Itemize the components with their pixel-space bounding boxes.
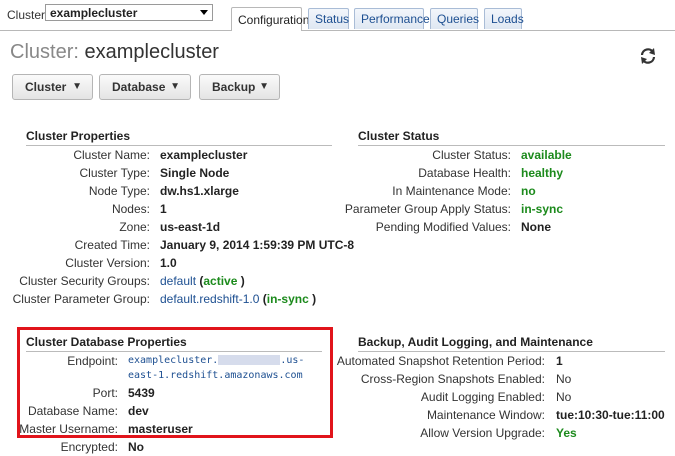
prop-key: Cluster Status: <box>432 148 511 162</box>
prop-row-cluster-name: Cluster Name: examplecluster <box>0 146 340 164</box>
prop-key: Nodes: <box>111 202 150 216</box>
prop-row-cluster-type: Cluster Type: Single Node <box>0 164 340 182</box>
status-row-cluster-status: Cluster Status: available <box>340 146 675 164</box>
prop-key: Node Type: <box>88 184 150 198</box>
tab-status[interactable]: Status <box>308 8 349 29</box>
status-value: None <box>521 220 551 234</box>
cluster-menu-button[interactable]: Cluster ▼ <box>12 74 93 100</box>
dropdown-caret-icon <box>200 10 208 15</box>
backup-menu-button-label: Backup <box>212 80 256 94</box>
prop-key: Cluster Security Groups: <box>19 274 150 288</box>
page-title: Cluster: examplecluster <box>10 41 219 64</box>
prop-row-created-time: Created Time: January 9, 2014 1:59:39 PM… <box>0 236 354 254</box>
db-row-encrypted: Encrypted: No <box>0 438 340 456</box>
status-row-parameter-apply: Parameter Group Apply Status: in-sync <box>340 200 675 218</box>
tab-loads[interactable]: Loads <box>484 8 524 29</box>
prop-value: default.redshift-1.0 (in-sync ) <box>160 292 317 306</box>
cluster-properties-title: Cluster Properties <box>26 129 332 146</box>
prop-row-security-groups: Cluster Security Groups: default (active… <box>0 272 340 290</box>
prop-row-cluster-version: Cluster Version: 1.0 <box>0 254 340 272</box>
prop-key: Zone: <box>119 220 150 234</box>
page-title-cluster-name: examplecluster <box>84 41 219 63</box>
prop-value: Yes <box>556 426 577 440</box>
highlight-box <box>17 327 333 438</box>
prop-key: Maintenance Window: <box>426 408 545 422</box>
refresh-icon[interactable] <box>638 46 658 66</box>
backup-row-retention: Automated Snapshot Retention Period: 1 <box>336 352 675 370</box>
prop-value: 1 <box>160 202 167 216</box>
prop-key: Pending Modified Values: <box>375 220 511 234</box>
prop-value: January 9, 2014 1:59:39 PM UTC-8 <box>160 238 355 252</box>
cluster-select[interactable]: examplecluster <box>45 4 213 21</box>
backup-section-title: Backup, Audit Logging, and Maintenance <box>358 335 665 352</box>
status-value: healthy <box>521 166 564 180</box>
chevron-down-icon: ▼ <box>72 81 82 92</box>
prop-key: Cluster Parameter Group: <box>12 292 150 306</box>
page-title-label: Cluster: <box>10 41 79 63</box>
prop-value: us-east-1d <box>160 220 221 234</box>
cluster-menu-button-label: Cluster <box>25 80 67 94</box>
backup-row-version-upgrade: Allow Version Upgrade: Yes <box>340 424 675 442</box>
status-value: in-sync <box>521 202 564 216</box>
status-value: available <box>521 148 572 162</box>
prop-key: Created Time: <box>74 238 150 252</box>
status-badge: active <box>203 274 238 288</box>
prop-key: Parameter Group Apply Status: <box>344 202 511 216</box>
prop-key: Cross-Region Snapshots Enabled: <box>360 372 545 386</box>
prop-value: Single Node <box>160 166 230 180</box>
prop-key: Allow Version Upgrade: <box>420 426 545 440</box>
prop-key: Cluster Type: <box>79 166 150 180</box>
prop-row-nodes: Nodes: 1 <box>0 200 340 218</box>
prop-row-parameter-group: Cluster Parameter Group: default.redshif… <box>0 290 340 308</box>
backup-row-audit-logging: Audit Logging Enabled: No <box>340 388 675 406</box>
prop-value: No <box>556 390 572 404</box>
prop-key: Audit Logging Enabled: <box>420 390 545 404</box>
status-row-maintenance-mode: In Maintenance Mode: no <box>340 182 675 200</box>
prop-value: examplecluster <box>160 148 248 162</box>
chevron-down-icon: ▼ <box>170 81 180 92</box>
prop-key: Cluster Name: <box>73 148 150 162</box>
prop-key: In Maintenance Mode: <box>392 184 511 198</box>
prop-value: default (active ) <box>160 274 245 288</box>
prop-value: No <box>128 440 144 454</box>
prop-value: 1.0 <box>160 256 177 270</box>
cluster-select-value: examplecluster <box>50 6 138 20</box>
status-value: no <box>521 184 536 198</box>
cluster-status-title: Cluster Status <box>358 129 665 146</box>
prop-value: 1 <box>556 354 563 368</box>
prop-row-zone: Zone: us-east-1d <box>0 218 340 236</box>
status-row-pending-values: Pending Modified Values: None <box>340 218 675 236</box>
database-menu-button-label: Database <box>112 80 166 94</box>
tab-performance[interactable]: Performance <box>354 8 430 29</box>
tab-configuration[interactable]: Configuration <box>231 7 309 31</box>
prop-row-node-type: Node Type: dw.hs1.xlarge <box>0 182 340 200</box>
status-badge: in-sync <box>266 292 309 306</box>
prop-key: Database Health: <box>418 166 511 180</box>
status-row-database-health: Database Health: healthy <box>340 164 675 182</box>
prop-value: No <box>556 372 572 386</box>
security-group-link[interactable]: default <box>160 274 196 288</box>
prop-key: Automated Snapshot Retention Period: <box>336 354 545 368</box>
backup-menu-button[interactable]: Backup ▼ <box>199 74 280 100</box>
parameter-group-link[interactable]: default.redshift-1.0 <box>160 292 259 306</box>
prop-key: Encrypted: <box>60 440 118 454</box>
chevron-down-icon: ▼ <box>259 81 269 92</box>
backup-row-maintenance-window: Maintenance Window: tue:10:30-tue:11:00 <box>340 406 675 424</box>
tab-queries[interactable]: Queries <box>430 8 479 29</box>
database-menu-button[interactable]: Database ▼ <box>99 74 191 100</box>
backup-row-cross-region: Cross-Region Snapshots Enabled: No <box>340 370 675 388</box>
prop-key: Cluster Version: <box>65 256 150 270</box>
prop-value: tue:10:30-tue:11:00 <box>556 408 665 422</box>
prop-value: dw.hs1.xlarge <box>160 184 239 198</box>
top-bar: Cluster: examplecluster Configuration St… <box>0 0 675 31</box>
cluster-selector-label: Cluster: <box>7 8 49 22</box>
